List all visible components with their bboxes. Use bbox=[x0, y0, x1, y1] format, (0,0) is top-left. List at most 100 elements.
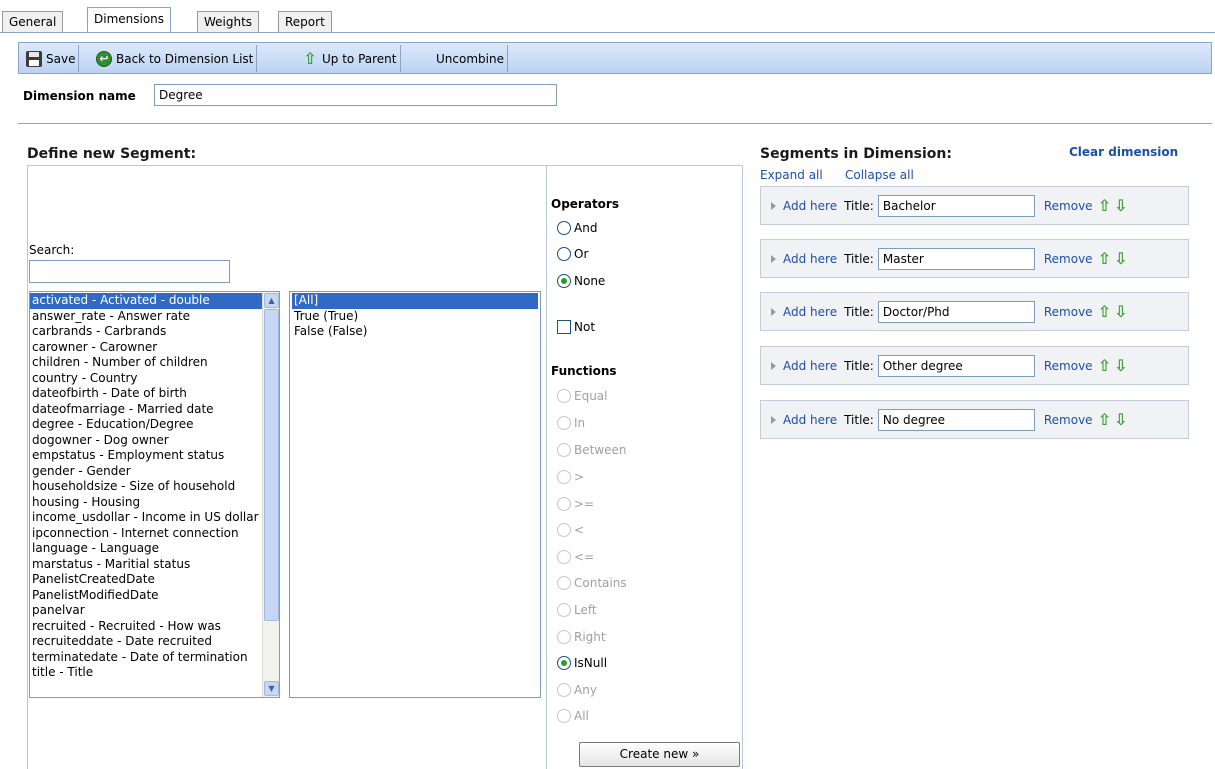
list-item[interactable]: title - Title bbox=[30, 665, 262, 681]
list-item[interactable]: marstatus - Maritial status bbox=[30, 557, 262, 573]
list-item[interactable]: degree - Education/Degree bbox=[30, 417, 262, 433]
list-item[interactable]: gender - Gender bbox=[30, 464, 262, 480]
tab-general[interactable]: General bbox=[2, 11, 64, 33]
list-item[interactable]: language - Language bbox=[30, 541, 262, 557]
list-item[interactable]: PanelistModifiedDate bbox=[30, 588, 262, 604]
list-item[interactable]: panelvar bbox=[30, 603, 262, 619]
function-gt-radio[interactable]: > bbox=[557, 470, 584, 484]
function-any-radio[interactable]: Any bbox=[557, 683, 597, 697]
list-item[interactable]: empstatus - Employment status bbox=[30, 448, 262, 464]
scroll-down-icon[interactable]: ▼ bbox=[264, 681, 279, 696]
expand-triangle-icon[interactable] bbox=[771, 361, 776, 370]
function-between-radio[interactable]: Between bbox=[557, 443, 627, 457]
move-up-icon[interactable]: ⇧ bbox=[1098, 197, 1111, 214]
function-right-radio[interactable]: Right bbox=[557, 630, 606, 644]
function-all-radio[interactable]: All bbox=[557, 709, 589, 723]
clear-dimension-link[interactable]: Clear dimension bbox=[1069, 145, 1178, 159]
remove-link[interactable]: Remove bbox=[1044, 252, 1093, 266]
function-left-radio[interactable]: Left bbox=[557, 603, 597, 617]
function-label: Right bbox=[574, 630, 606, 644]
remove-link[interactable]: Remove bbox=[1044, 305, 1093, 319]
remove-link[interactable]: Remove bbox=[1044, 413, 1093, 427]
list-item[interactable]: householdsize - Size of household bbox=[30, 479, 262, 495]
list-item[interactable]: terminatedate - Date of termination bbox=[30, 650, 262, 666]
up-to-parent-button[interactable]: ⇧ Up to Parent bbox=[299, 45, 401, 72]
operator-or-radio[interactable]: Or bbox=[557, 247, 588, 261]
radio-icon bbox=[557, 576, 571, 590]
scroll-up-icon[interactable]: ▲ bbox=[264, 293, 279, 308]
function-in-radio[interactable]: In bbox=[557, 416, 585, 430]
scroll-thumb[interactable] bbox=[264, 309, 279, 621]
list-item[interactable]: carbrands - Carbrands bbox=[30, 324, 262, 340]
move-down-icon[interactable]: ⇩ bbox=[1114, 357, 1127, 374]
move-down-icon[interactable]: ⇩ bbox=[1114, 303, 1127, 320]
function-lte-radio[interactable]: <= bbox=[557, 550, 594, 564]
list-item[interactable]: dateofmarriage - Married date bbox=[30, 402, 262, 418]
move-down-icon[interactable]: ⇩ bbox=[1114, 250, 1127, 267]
add-here-link[interactable]: Add here bbox=[783, 413, 837, 427]
list-item[interactable]: answer_rate - Answer rate bbox=[30, 309, 262, 325]
add-here-link[interactable]: Add here bbox=[783, 252, 837, 266]
function-equal-radio[interactable]: Equal bbox=[557, 389, 608, 403]
add-here-link[interactable]: Add here bbox=[783, 305, 837, 319]
radio-icon bbox=[557, 603, 571, 617]
segment-title-input[interactable] bbox=[877, 247, 1035, 270]
expand-all-link[interactable]: Expand all bbox=[760, 168, 823, 182]
list-item[interactable]: True (True) bbox=[292, 309, 538, 325]
move-up-icon[interactable]: ⇧ bbox=[1098, 411, 1111, 428]
expand-triangle-icon[interactable] bbox=[771, 307, 776, 316]
not-checkbox[interactable]: Not bbox=[557, 320, 595, 334]
list-item[interactable]: recruiteddate - Date recruited bbox=[30, 634, 262, 650]
variable-list[interactable]: activated - Activated - double answer_ra… bbox=[29, 291, 280, 698]
back-to-list-button[interactable]: ↩ Back to Dimension List bbox=[93, 45, 258, 72]
function-contains-radio[interactable]: Contains bbox=[557, 576, 627, 590]
tab-weights[interactable]: Weights bbox=[197, 11, 260, 33]
expand-triangle-icon[interactable] bbox=[771, 201, 776, 210]
segment-title-input[interactable] bbox=[877, 300, 1035, 323]
move-down-icon[interactable]: ⇩ bbox=[1114, 411, 1127, 428]
list-item[interactable]: income_usdollar - Income in US dollar bbox=[30, 510, 262, 526]
move-down-icon[interactable]: ⇩ bbox=[1114, 197, 1127, 214]
function-label: Any bbox=[574, 683, 597, 697]
function-isnull-radio[interactable]: IsNull bbox=[557, 656, 607, 670]
save-button[interactable]: Save bbox=[23, 45, 80, 72]
remove-link[interactable]: Remove bbox=[1044, 199, 1093, 213]
variable-list-scrollbar[interactable]: ▲ ▼ bbox=[262, 292, 279, 697]
search-input[interactable] bbox=[29, 260, 230, 283]
list-item[interactable]: activated - Activated - double bbox=[30, 293, 262, 309]
function-gte-radio[interactable]: >= bbox=[557, 497, 594, 511]
list-item[interactable]: False (False) bbox=[292, 324, 538, 340]
segment-title-input[interactable] bbox=[877, 194, 1035, 217]
list-item[interactable]: ipconnection - Internet connection bbox=[30, 526, 262, 542]
create-new-button[interactable]: Create new » bbox=[579, 742, 740, 767]
list-item[interactable]: PanelistCreatedDate bbox=[30, 572, 262, 588]
list-item[interactable]: housing - Housing bbox=[30, 495, 262, 511]
move-up-icon[interactable]: ⇧ bbox=[1098, 303, 1111, 320]
segment-title-input[interactable] bbox=[877, 408, 1035, 431]
list-item[interactable]: children - Number of children bbox=[30, 355, 262, 371]
move-up-icon[interactable]: ⇧ bbox=[1098, 357, 1111, 374]
uncombine-button[interactable]: Uncombine bbox=[433, 45, 508, 72]
operator-none-radio[interactable]: None bbox=[557, 274, 605, 288]
tab-dimensions[interactable]: Dimensions bbox=[87, 7, 172, 33]
list-item[interactable]: dogowner - Dog owner bbox=[30, 433, 262, 449]
radio-icon bbox=[557, 221, 571, 235]
list-item[interactable]: country - Country bbox=[30, 371, 262, 387]
list-item[interactable]: recruited - Recruited - How was bbox=[30, 619, 262, 635]
value-list[interactable]: [All] True (True) False (False) bbox=[289, 291, 541, 698]
remove-link[interactable]: Remove bbox=[1044, 359, 1093, 373]
collapse-all-link[interactable]: Collapse all bbox=[845, 168, 914, 182]
expand-triangle-icon[interactable] bbox=[771, 254, 776, 263]
operator-and-radio[interactable]: And bbox=[557, 221, 597, 235]
list-item[interactable]: carowner - Carowner bbox=[30, 340, 262, 356]
list-item[interactable]: [All] bbox=[292, 293, 538, 309]
add-here-link[interactable]: Add here bbox=[783, 359, 837, 373]
dimension-name-input[interactable] bbox=[154, 84, 557, 106]
function-lt-radio[interactable]: < bbox=[557, 523, 584, 537]
move-up-icon[interactable]: ⇧ bbox=[1098, 250, 1111, 267]
add-here-link[interactable]: Add here bbox=[783, 199, 837, 213]
expand-triangle-icon[interactable] bbox=[771, 415, 776, 424]
tab-report[interactable]: Report bbox=[278, 11, 332, 33]
list-item[interactable]: dateofbirth - Date of birth bbox=[30, 386, 262, 402]
segment-title-input[interactable] bbox=[877, 354, 1035, 377]
